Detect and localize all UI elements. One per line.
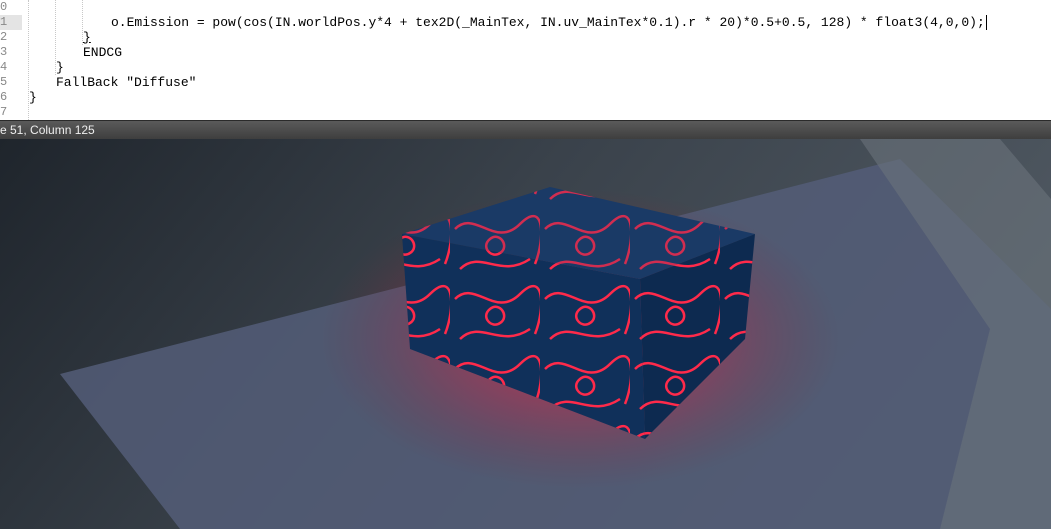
cursor-position: e 51, Column 125 [0, 123, 95, 137]
code-line-close-brace[interactable]: } [29, 90, 37, 105]
code-line-endcg[interactable]: ENDCG [83, 45, 122, 60]
status-bar: e 51, Column 125 [0, 120, 1051, 140]
line-number: 4 [0, 60, 8, 74]
line-number: 5 [0, 75, 8, 89]
line-number: 0 [0, 0, 8, 14]
line-number: 6 [0, 90, 8, 104]
line-number: 3 [0, 45, 8, 59]
code-editor[interactable]: 0 1 2 3 4 5 6 7 o.Emission = pow(cos(IN.… [0, 0, 1051, 120]
scene-viewport[interactable] [0, 139, 1051, 529]
code-line-fallback[interactable]: FallBack "Diffuse" [56, 75, 196, 90]
line-number: 2 [0, 30, 8, 44]
line-number-current: 1 [0, 15, 22, 30]
line-number: 7 [0, 105, 8, 119]
code-line-close-brace[interactable]: } [83, 30, 91, 45]
code-line-close-brace[interactable]: } [56, 60, 64, 75]
code-line-emission[interactable]: o.Emission = pow(cos(IN.worldPos.y*4 + t… [111, 15, 987, 30]
